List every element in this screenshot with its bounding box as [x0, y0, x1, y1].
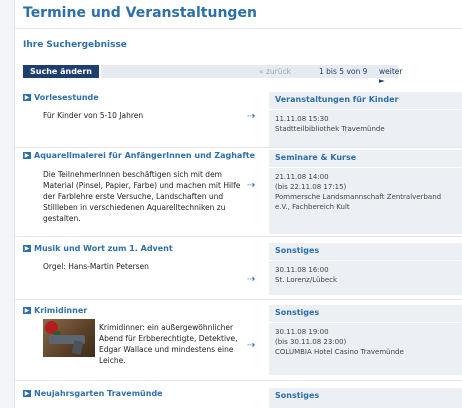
divider — [269, 109, 462, 110]
result-category: Sonstiges — [275, 308, 320, 317]
result-item: ▶ Neujahrsgarten Travemünde Sonstiges — [15, 388, 462, 408]
result-item: ▶ Aquarellmalerei für AnfängerInnen und Z… — [15, 150, 462, 234]
divider — [15, 299, 462, 300]
result-sidebar: Sonstiges — [269, 388, 462, 408]
divider — [15, 28, 462, 29]
result-category: Veranstaltungen für Kinder — [275, 95, 399, 104]
result-title: Vorlesestunde — [34, 93, 99, 102]
results-heading: Ihre Suchergebnisse — [23, 40, 127, 50]
result-description: Für Kinder von 5-10 Jahren — [43, 111, 144, 120]
result-item: ▶ Vorlesestunde Für Kinder von 5-10 Jahre… — [15, 92, 462, 147]
arrow-right-icon: ▶ — [23, 245, 31, 252]
result-title-link[interactable]: ▶ Vorlesestunde — [23, 93, 99, 102]
external-link-icon[interactable]: ⇢ — [247, 341, 257, 351]
result-title-link[interactable]: ▶ Krimidinner — [23, 306, 87, 315]
change-search-button[interactable]: Suche ändern — [23, 65, 99, 78]
result-description: Krimidinner: ein außergewöhnlicher Abend… — [99, 323, 238, 365]
result-date-location: 21.11.08 14:00 (bis 22.11.08 17:15) Pomm… — [275, 173, 442, 211]
result-sidebar: Sonstiges 30.11.08 16:00 St. Lorenz/Lübe… — [269, 243, 462, 295]
divider — [269, 167, 462, 168]
result-title: Aquarellmalerei für AnfängerInnen und Za… — [34, 151, 256, 160]
page-count: 1 bis 5 von 9 — [319, 67, 368, 76]
result-description: Die TeilnehmerInnen beschäftigen sich mi… — [43, 170, 241, 223]
arrow-right-icon: ▶ — [23, 94, 31, 101]
result-date-location: 11.11.08 15:30 Stadtteilbibliothek Trave… — [275, 115, 385, 133]
result-title-link[interactable]: ▶ Neujahrsgarten Travemünde — [23, 389, 163, 398]
page: Termine und Veranstaltungen Ihre Sucherg… — [0, 0, 462, 408]
page-title: Termine und Veranstaltungen — [23, 5, 257, 21]
result-title: Musik und Wort zum 1. Advent — [34, 244, 173, 253]
prev-page-link: « zurück — [259, 67, 291, 76]
divider — [269, 322, 462, 323]
result-sidebar: Sonstiges 30.11.08 19:00 (bis 30.11.08 2… — [269, 305, 462, 375]
next-page-link[interactable]: weiter ► — [379, 67, 402, 85]
arrow-right-icon: ▶ — [23, 390, 31, 397]
result-title: Neujahrsgarten Travemünde — [34, 389, 163, 398]
arrow-right-icon: ▶ — [23, 152, 31, 159]
result-date-location: 30.11.08 16:00 St. Lorenz/Lübeck — [275, 266, 338, 284]
result-date-location: 30.11.08 19:00 (bis 30.11.08 23:00) COLU… — [275, 328, 404, 356]
result-sidebar: Veranstaltungen für Kinder 11.11.08 15:3… — [269, 92, 462, 147]
result-category: Sonstiges — [275, 391, 320, 400]
result-sidebar: Seminare & Kurse 21.11.08 14:00 (bis 22.… — [269, 150, 462, 234]
result-title: Krimidinner — [34, 306, 88, 315]
divider — [269, 260, 462, 261]
result-category: Sonstiges — [275, 246, 320, 255]
result-title-link[interactable]: ▶ Aquarellmalerei für AnfängerInnen und Z… — [23, 151, 255, 160]
external-link-icon[interactable]: ⇢ — [247, 112, 257, 122]
external-link-icon[interactable]: ⇢ — [247, 181, 257, 191]
result-item: ▶ Krimidinner Krimidinner: ein außergewöh… — [15, 305, 462, 375]
arrow-right-icon: ▶ — [23, 307, 31, 314]
result-category: Seminare & Kurse — [275, 153, 357, 162]
result-item: ▶ Musik und Wort zum 1. Advent Orgel: Han… — [15, 243, 462, 295]
main-content: Termine und Veranstaltungen Ihre Sucherg… — [15, 0, 462, 408]
divider — [15, 236, 462, 237]
left-sidebar-edge — [0, 0, 15, 408]
external-link-icon[interactable]: ⇢ — [247, 275, 257, 285]
divider — [15, 147, 462, 148]
result-title-link[interactable]: ▶ Musik und Wort zum 1. Advent — [23, 244, 173, 253]
divider — [15, 380, 462, 381]
pagination-bar: « zurück 1 bis 5 von 9 weiter ► — [101, 65, 402, 85]
event-thumbnail-image — [43, 319, 95, 357]
result-description: Orgel: Hans-Martin Petersen — [43, 262, 149, 271]
